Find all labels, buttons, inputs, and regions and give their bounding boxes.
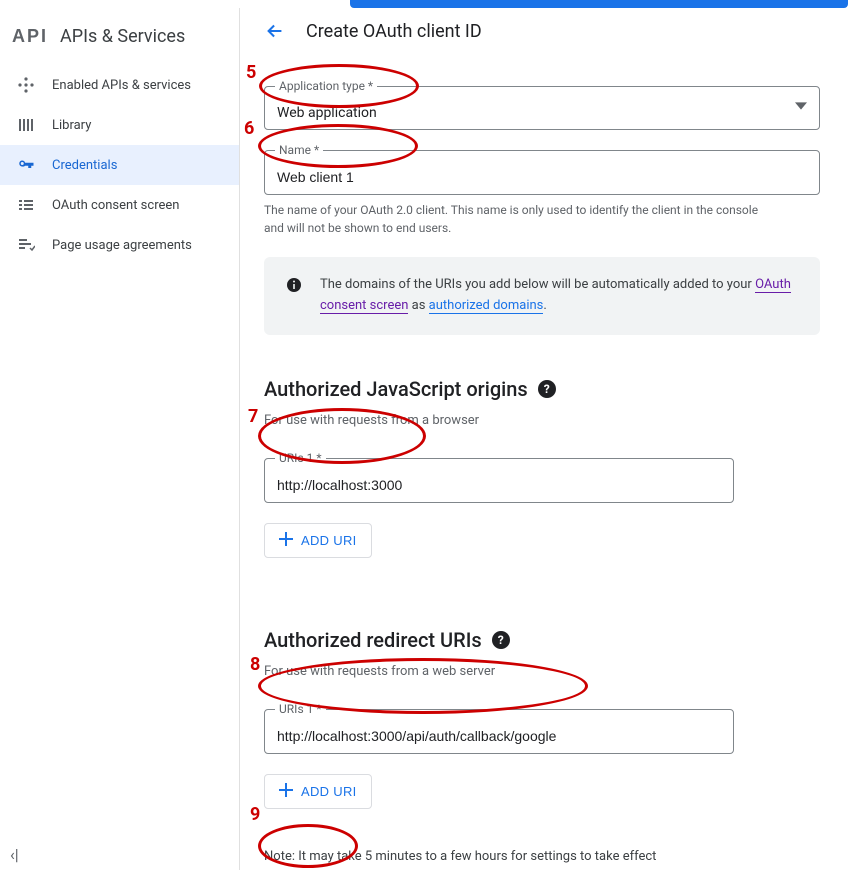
back-arrow-icon[interactable]: [264, 20, 286, 42]
help-icon[interactable]: ?: [492, 631, 510, 649]
page-header: Create OAuth client ID: [264, 14, 820, 58]
js-origins-desc: For use with requests from a browser: [264, 413, 820, 428]
page-title: Create OAuth client ID: [306, 21, 482, 42]
sidebar-item-label: OAuth consent screen: [52, 198, 179, 213]
sidebar-header: API APIs & Services: [0, 14, 239, 65]
sidebar-item-page-usage[interactable]: Page usage agreements: [0, 225, 239, 265]
application-type-field[interactable]: Application type * Web application: [264, 86, 820, 130]
field-label: URIs 1 *: [275, 451, 326, 465]
name-input[interactable]: [277, 169, 807, 185]
name-field-wrap: Name * The name of your OAuth 2.0 client…: [264, 150, 820, 237]
name-helper-text: The name of your OAuth 2.0 client. This …: [264, 201, 764, 237]
field-label: Application type *: [275, 79, 377, 93]
sidebar-item-label: Credentials: [52, 158, 117, 173]
sidebar-item-label: Library: [52, 118, 91, 133]
section-title: Authorized JavaScript origins: [264, 377, 528, 401]
info-banner: The domains of the URIs you add below wi…: [264, 257, 820, 335]
diamond-icon: [16, 75, 36, 95]
section-title: Authorized redirect URIs: [264, 628, 482, 652]
library-icon: [16, 115, 36, 135]
redirect-uri-field[interactable]: URIs 1 *: [264, 709, 734, 754]
main-content: Create OAuth client ID Application type …: [240, 8, 852, 870]
help-icon[interactable]: ?: [538, 380, 556, 398]
plus-icon: [279, 532, 293, 549]
collapse-sidebar-icon[interactable]: ‹|: [10, 845, 19, 864]
application-type-value: Web application: [277, 105, 807, 121]
authorized-domains-link[interactable]: authorized domains: [429, 298, 544, 314]
settings-note: Note: It may take 5 minutes to a few hou…: [264, 849, 820, 864]
sidebar-title: APIs & Services: [60, 26, 185, 47]
redirect-uri-input[interactable]: [277, 728, 721, 744]
js-origin-uri-field[interactable]: URIs 1 *: [264, 458, 734, 503]
agreements-icon: [16, 235, 36, 255]
field-label: Name *: [275, 143, 323, 157]
sidebar-item-enabled-apis[interactable]: Enabled APIs & services: [0, 65, 239, 105]
info-text-mid: as: [408, 298, 428, 313]
redirect-uris-heading: Authorized redirect URIs ?: [264, 628, 820, 652]
top-blue-bar: [350, 0, 848, 8]
api-logo-icon: API: [12, 26, 48, 47]
field-label: URIs 1 *: [275, 702, 326, 716]
add-uri-label: ADD URI: [301, 784, 357, 799]
chevron-down-icon: [795, 100, 807, 116]
js-origin-uri-input[interactable]: [277, 477, 721, 493]
consent-icon: [16, 195, 36, 215]
js-origins-heading: Authorized JavaScript origins ?: [264, 377, 820, 401]
name-field[interactable]: Name *: [264, 150, 820, 195]
sidebar-item-library[interactable]: Library: [0, 105, 239, 145]
sidebar: API APIs & Services Enabled APIs & servi…: [0, 8, 240, 870]
info-text-pre: The domains of the URIs you add below wi…: [320, 277, 755, 292]
add-uri-label: ADD URI: [301, 533, 357, 548]
plus-icon: [279, 783, 293, 800]
redirect-uris-desc: For use with requests from a web server: [264, 664, 820, 679]
add-redirect-uri-button[interactable]: ADD URI: [264, 774, 372, 809]
sidebar-item-label: Enabled APIs & services: [52, 78, 191, 93]
info-icon: [286, 277, 302, 301]
key-icon: [16, 155, 36, 175]
info-text-post: .: [543, 298, 546, 313]
add-js-uri-button[interactable]: ADD URI: [264, 523, 372, 558]
sidebar-item-credentials[interactable]: Credentials: [0, 145, 239, 185]
sidebar-item-label: Page usage agreements: [52, 238, 192, 253]
sidebar-item-oauth-consent[interactable]: OAuth consent screen: [0, 185, 239, 225]
